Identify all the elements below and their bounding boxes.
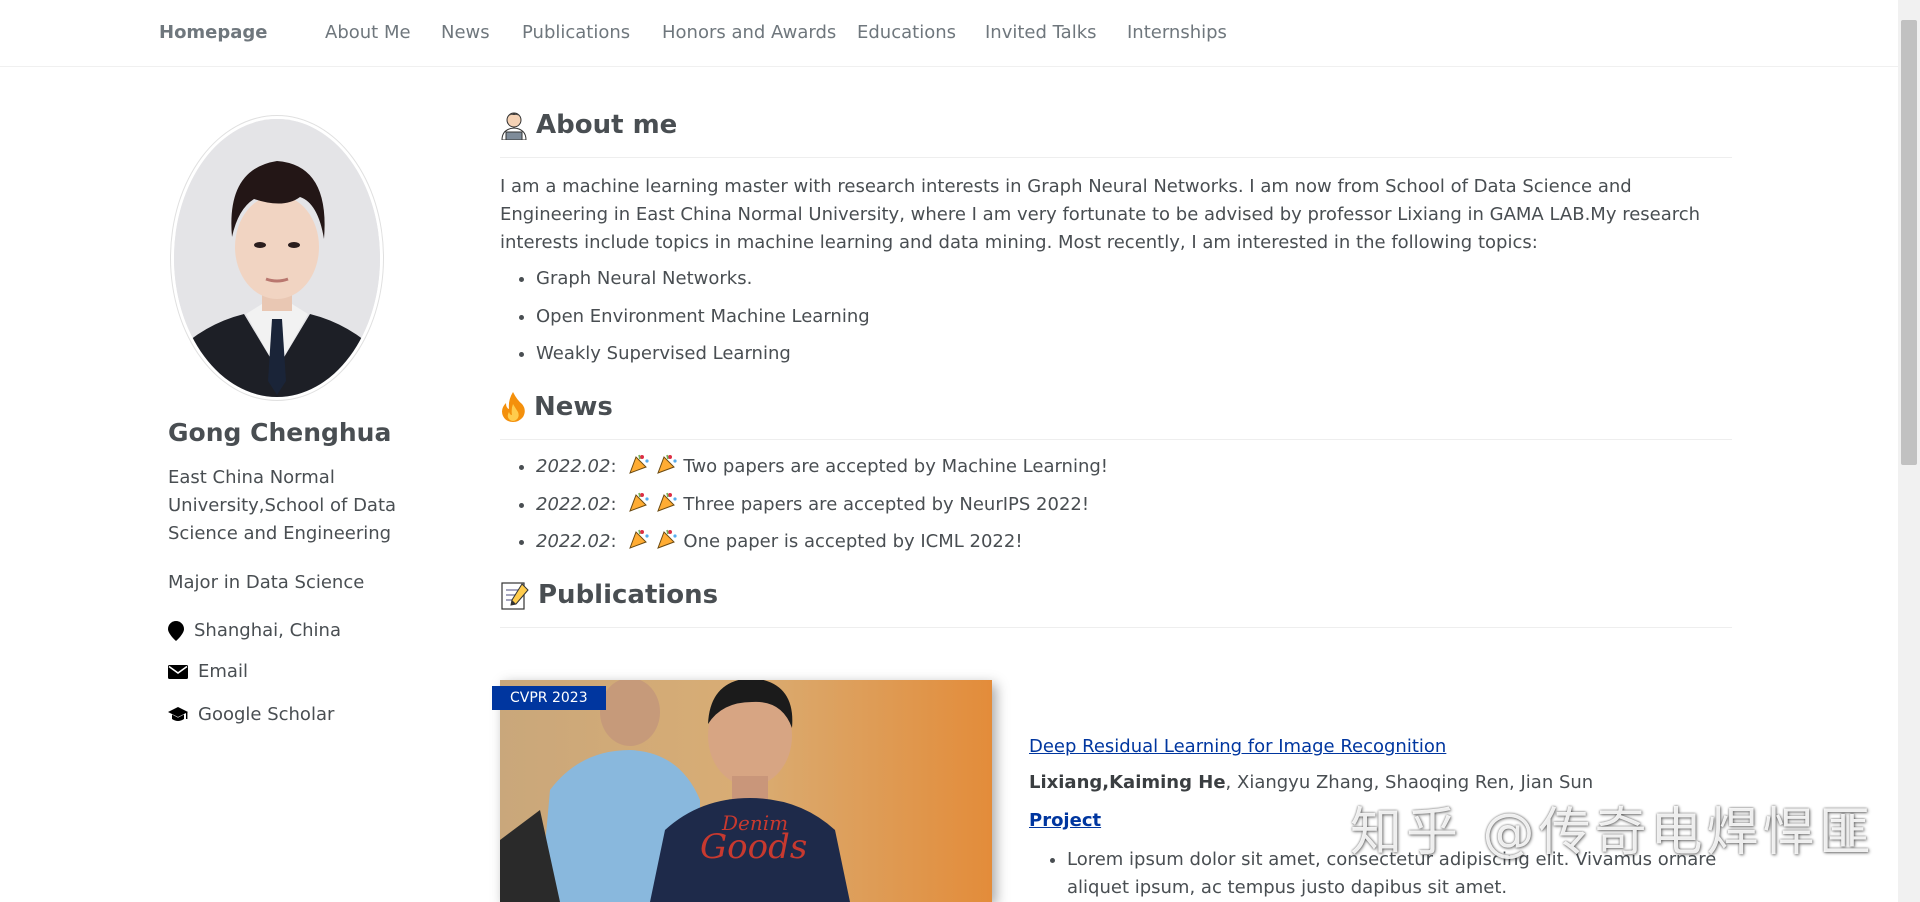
party-popper-icon xyxy=(628,492,650,515)
news-divider xyxy=(500,439,1732,440)
authors-highlighted: Lixiang,Kaiming He xyxy=(1029,772,1226,793)
topic-item: Weakly Supervised Learning xyxy=(536,340,870,368)
nav-news[interactable]: News xyxy=(441,22,490,43)
memo-icon xyxy=(500,580,530,610)
news-list: 2022.02: Two papers are accepted by Mach… xyxy=(500,453,1108,566)
party-popper-icon xyxy=(656,492,678,515)
topic-list: Graph Neural Networks. Open Environment … xyxy=(500,265,870,378)
portrait-illustration xyxy=(174,119,380,397)
envelope-icon xyxy=(168,664,188,679)
nav-publications[interactable]: Publications xyxy=(522,22,630,43)
avatar-photo xyxy=(174,119,380,397)
email-text: Email xyxy=(198,661,248,682)
publication-photo: Goods Denim xyxy=(500,680,992,902)
scrollbar[interactable] xyxy=(1898,0,1920,902)
news-date: 2022.02 xyxy=(536,493,611,515)
news-heading: News xyxy=(500,392,613,422)
avatar xyxy=(170,115,384,401)
publication-thumbnail: Goods Denim xyxy=(500,680,992,902)
topic-item: Open Environment Machine Learning xyxy=(536,303,870,331)
author-major: Major in Data Science xyxy=(168,572,365,593)
nav-honors-and-awards[interactable]: Honors and Awards xyxy=(662,22,836,43)
publication-title-link[interactable]: Deep Residual Learning for Image Recogni… xyxy=(1029,736,1446,757)
technologist-icon xyxy=(500,110,528,140)
publications-heading: Publications xyxy=(500,580,718,610)
publications-divider xyxy=(500,627,1732,628)
nav-educations[interactable]: Educations xyxy=(857,22,956,43)
party-popper-icon xyxy=(628,454,650,477)
author-name: Gong Chenghua xyxy=(168,418,392,447)
news-title: News xyxy=(534,392,613,422)
party-popper-icon xyxy=(656,454,678,477)
news-text: One paper is accepted by ICML 2022! xyxy=(683,531,1023,552)
nav-homepage[interactable]: Homepage xyxy=(159,22,268,43)
fire-icon xyxy=(500,392,526,422)
location-text: Shanghai, China xyxy=(194,620,341,641)
top-nav: Homepage About Me News Publications Hono… xyxy=(0,0,1898,67)
news-date: 2022.02 xyxy=(536,456,611,477)
project-link[interactable]: Project xyxy=(1029,810,1101,831)
news-text: Two papers are accepted by Machine Learn… xyxy=(683,456,1109,477)
news-item: 2022.02: Two papers are accepted by Mach… xyxy=(536,453,1108,481)
email-link[interactable]: Email xyxy=(168,661,248,682)
venue-badge: CVPR 2023 xyxy=(492,686,606,710)
topic-item: Graph Neural Networks. xyxy=(536,265,870,293)
graduation-cap-icon xyxy=(168,706,188,721)
watermark: 知乎 @传奇电焊悍匪 xyxy=(1350,803,1875,863)
news-item: 2022.02: Three papers are accepted by Ne… xyxy=(536,491,1108,519)
google-scholar-link[interactable]: Google Scholar xyxy=(168,704,334,725)
party-popper-icon xyxy=(628,529,650,552)
news-text: Three papers are accepted by NeurIPS 202… xyxy=(683,493,1090,515)
nav-internships[interactable]: Internships xyxy=(1127,22,1227,43)
map-marker-icon xyxy=(168,620,184,641)
about-me-title: About me xyxy=(536,110,678,140)
nav-invited-talks[interactable]: Invited Talks xyxy=(985,22,1097,43)
nav-about-me[interactable]: About Me xyxy=(325,22,411,43)
party-popper-icon xyxy=(656,529,678,552)
about-paragraph: I am a machine learning master with rese… xyxy=(500,176,1701,253)
publications-title: Publications xyxy=(538,580,719,610)
author-bio: East China Normal University,School of D… xyxy=(168,467,397,544)
news-item: 2022.02: One paper is accepted by ICML 2… xyxy=(536,528,1108,556)
scrollbar-thumb[interactable] xyxy=(1901,20,1917,465)
about-divider xyxy=(500,157,1732,158)
news-date: 2022.02 xyxy=(536,531,611,552)
svg-text:Denim: Denim xyxy=(721,811,788,835)
about-me-heading: About me xyxy=(500,110,677,140)
google-scholar-text: Google Scholar xyxy=(198,704,335,725)
location: Shanghai, China xyxy=(168,620,341,641)
